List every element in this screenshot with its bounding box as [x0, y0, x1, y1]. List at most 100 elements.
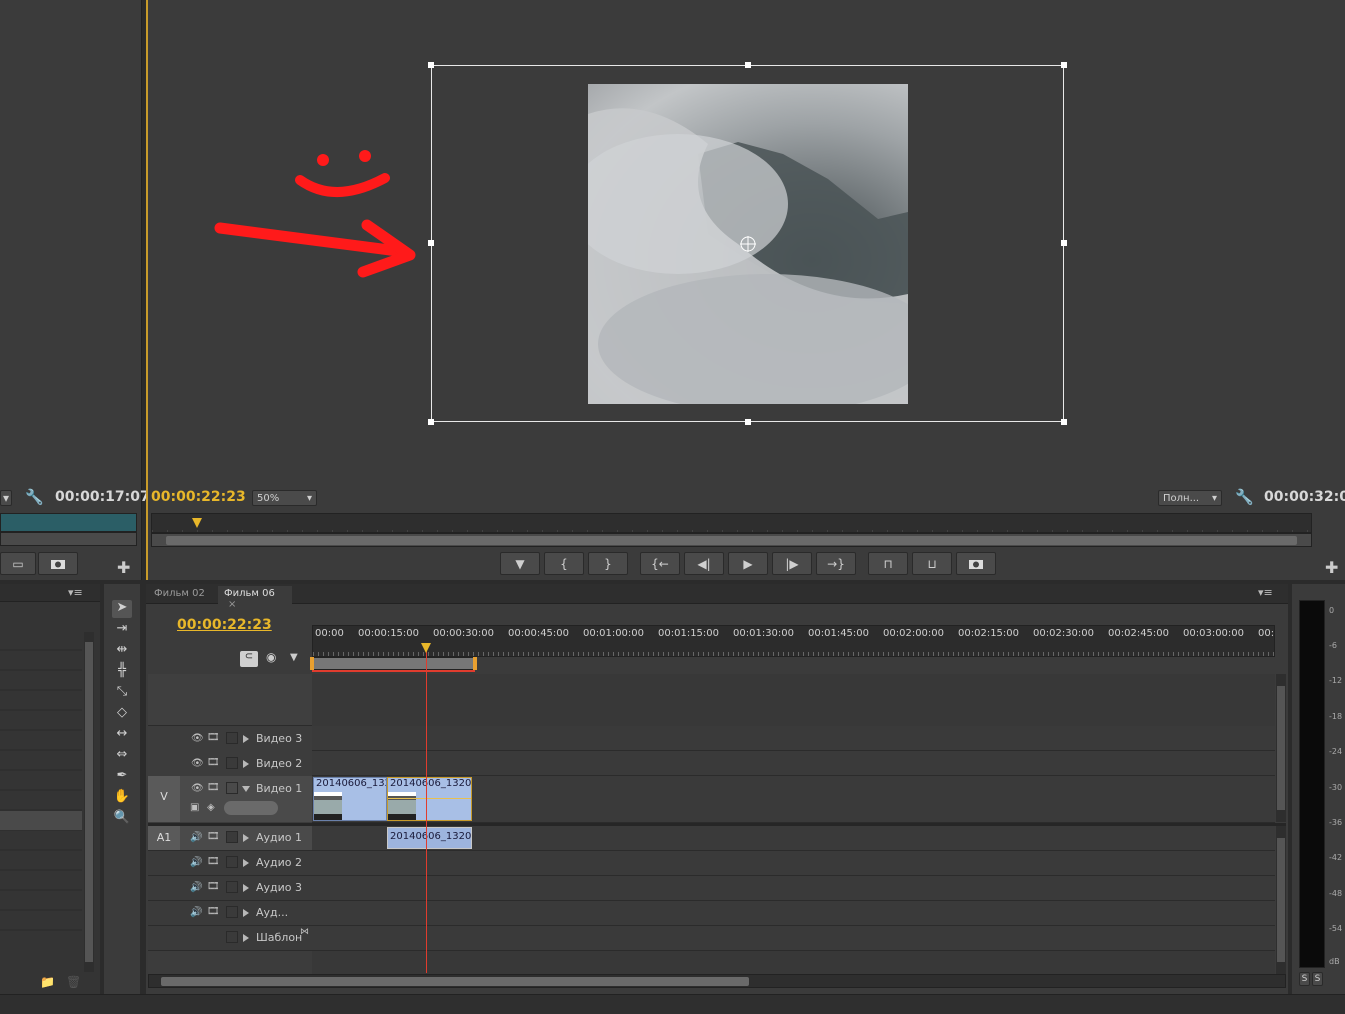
go-to-in-button[interactable]: {←	[640, 552, 680, 575]
keyframe-icon[interactable]: ◈	[207, 802, 215, 813]
ripple-edit-tool-icon[interactable]: ⇹	[112, 642, 132, 660]
source-scrub-bar[interactable]	[0, 513, 137, 532]
handle-middle-right[interactable]	[1061, 240, 1067, 246]
playback-resolution-select[interactable]: Полн... ▾	[1158, 490, 1222, 506]
sync-lock-icon[interactable]: 🎞	[207, 831, 220, 842]
program-settings-icon[interactable]: 🔧	[1235, 488, 1254, 506]
audio-tracks-scrollbar[interactable]	[1276, 826, 1286, 974]
razor-tool-icon[interactable]: ◇	[112, 705, 132, 723]
handle-top-left[interactable]	[428, 62, 434, 68]
lock-toggle[interactable]	[226, 732, 238, 744]
step-forward-button[interactable]: |▶	[772, 552, 812, 575]
expand-triangle-icon[interactable]	[243, 909, 249, 917]
video-clip-selected[interactable]: 20140606_1320	[387, 777, 472, 821]
zoom-level-select[interactable]: 50% ▾	[252, 490, 317, 506]
source-settings-icon[interactable]: 🔧	[25, 488, 44, 506]
tab-sequence-06[interactable]: Фильм 06 ×	[218, 586, 292, 610]
go-to-out-button[interactable]: →}	[816, 552, 856, 575]
selection-tool-icon[interactable]: ➤	[112, 600, 132, 618]
work-area-start-handle[interactable]	[310, 657, 314, 670]
pen-tool-icon[interactable]: ✒	[112, 768, 132, 786]
expand-triangle-icon[interactable]	[243, 884, 249, 892]
slide-tool-icon[interactable]: ⇔	[112, 747, 132, 765]
lock-toggle[interactable]	[226, 782, 238, 794]
audio-clip[interactable]: 20140606_1320	[387, 827, 472, 849]
timeline-panel-menu-icon[interactable]: ▾≡	[1258, 586, 1273, 599]
slip-tool-icon[interactable]: ↔	[112, 726, 132, 744]
new-bin-icon[interactable]: 📁	[40, 975, 55, 989]
video-tracks-scrollbar[interactable]	[1276, 674, 1286, 822]
lock-toggle[interactable]	[226, 881, 238, 893]
program-time-ruler[interactable]	[151, 513, 1313, 533]
work-area-end-handle[interactable]	[473, 657, 477, 670]
lift-button[interactable]: ⊓	[868, 552, 908, 575]
timeline-scroll-thumb[interactable]	[161, 977, 749, 986]
rate-stretch-tool-icon[interactable]: ⤡	[112, 684, 132, 702]
rolling-edit-tool-icon[interactable]: ╬	[112, 663, 132, 681]
display-style-icon[interactable]: ▣	[190, 802, 199, 813]
set-encore-marker-icon[interactable]: ◉	[266, 650, 276, 664]
expand-triangle-icon[interactable]	[243, 834, 249, 842]
video-clip[interactable]: 20140606_132	[313, 777, 387, 821]
timeline-playhead-marker[interactable]	[421, 643, 431, 653]
program-zoom-scrollbar[interactable]	[151, 533, 1312, 547]
expand-triangle-icon[interactable]	[243, 760, 249, 768]
zoom-tool-icon[interactable]: 🔍	[112, 810, 132, 828]
track-select-tool-icon[interactable]: ⇥	[112, 621, 132, 639]
timeline-horizontal-scrollbar[interactable]	[148, 974, 1286, 988]
sync-lock-icon[interactable]: 🎞	[207, 732, 220, 743]
program-current-timecode[interactable]: 00:00:22:23	[151, 489, 246, 505]
project-scrollbar[interactable]	[84, 632, 94, 972]
eye-icon[interactable]: 👁	[191, 758, 204, 769]
speaker-icon[interactable]: 🔊	[190, 907, 202, 918]
play-button[interactable]: ▶	[728, 552, 768, 575]
handle-top-right[interactable]	[1061, 62, 1067, 68]
video-scroll-thumb[interactable]	[1277, 686, 1285, 810]
collapse-triangle-icon[interactable]	[242, 786, 250, 792]
handle-bottom-right[interactable]	[1061, 419, 1067, 425]
audio-target-toggle[interactable]: A1	[148, 826, 180, 850]
lock-toggle[interactable]	[226, 931, 238, 943]
speaker-icon[interactable]: 🔊	[190, 832, 202, 843]
sync-lock-icon[interactable]: 🎞	[207, 881, 220, 892]
source-dropdown-button[interactable]: ▾	[0, 490, 12, 506]
eye-icon[interactable]: 👁	[191, 783, 204, 794]
solo-left-button[interactable]: S	[1299, 972, 1310, 986]
source-zoom-scrollbar[interactable]	[0, 532, 137, 546]
tab-sequence-02[interactable]: Фильм 02	[148, 586, 216, 604]
lock-toggle[interactable]	[226, 856, 238, 868]
panel-menu-icon[interactable]: ▾≡	[68, 586, 83, 599]
close-icon[interactable]: ×	[228, 599, 236, 610]
video-target-toggle[interactable]: V	[148, 776, 180, 822]
anchor-point-icon[interactable]	[739, 235, 757, 253]
extract-button[interactable]: ⊔	[912, 552, 952, 575]
lock-toggle[interactable]	[226, 757, 238, 769]
eye-icon[interactable]: 👁	[191, 733, 204, 744]
marker-icon[interactable]: ▼	[290, 652, 298, 663]
audio-scroll-thumb[interactable]	[1277, 838, 1285, 962]
work-area-bar[interactable]	[310, 657, 477, 670]
speaker-icon[interactable]: 🔊	[190, 882, 202, 893]
handle-middle-left[interactable]	[428, 240, 434, 246]
step-back-button[interactable]: ◀|	[684, 552, 724, 575]
source-add-button[interactable]: ✚	[117, 558, 130, 577]
expand-triangle-icon[interactable]	[243, 859, 249, 867]
source-export-frame-button[interactable]	[38, 552, 78, 575]
speaker-icon[interactable]: 🔊	[190, 857, 202, 868]
mark-in-button[interactable]: {	[544, 552, 584, 575]
sync-lock-icon[interactable]: 🎞	[207, 757, 220, 768]
solo-right-button[interactable]: S	[1312, 972, 1323, 986]
expand-triangle-icon[interactable]	[243, 735, 249, 743]
add-marker-button[interactable]: ▼	[500, 552, 540, 575]
source-overwrite-button[interactable]: ▭	[0, 552, 36, 575]
handle-bottom-center[interactable]	[745, 419, 751, 425]
hand-tool-icon[interactable]: ✋	[112, 789, 132, 807]
timeline-current-timecode[interactable]: 00:00:22:23	[177, 617, 272, 633]
program-zoom-thumb[interactable]	[166, 536, 1297, 545]
opacity-line[interactable]	[388, 798, 471, 799]
program-playhead-marker[interactable]	[192, 518, 202, 528]
sync-lock-icon[interactable]: 🎞	[207, 782, 220, 793]
project-scroll-thumb[interactable]	[85, 642, 93, 962]
lock-toggle[interactable]	[226, 906, 238, 918]
sync-lock-icon[interactable]: 🎞	[207, 856, 220, 867]
